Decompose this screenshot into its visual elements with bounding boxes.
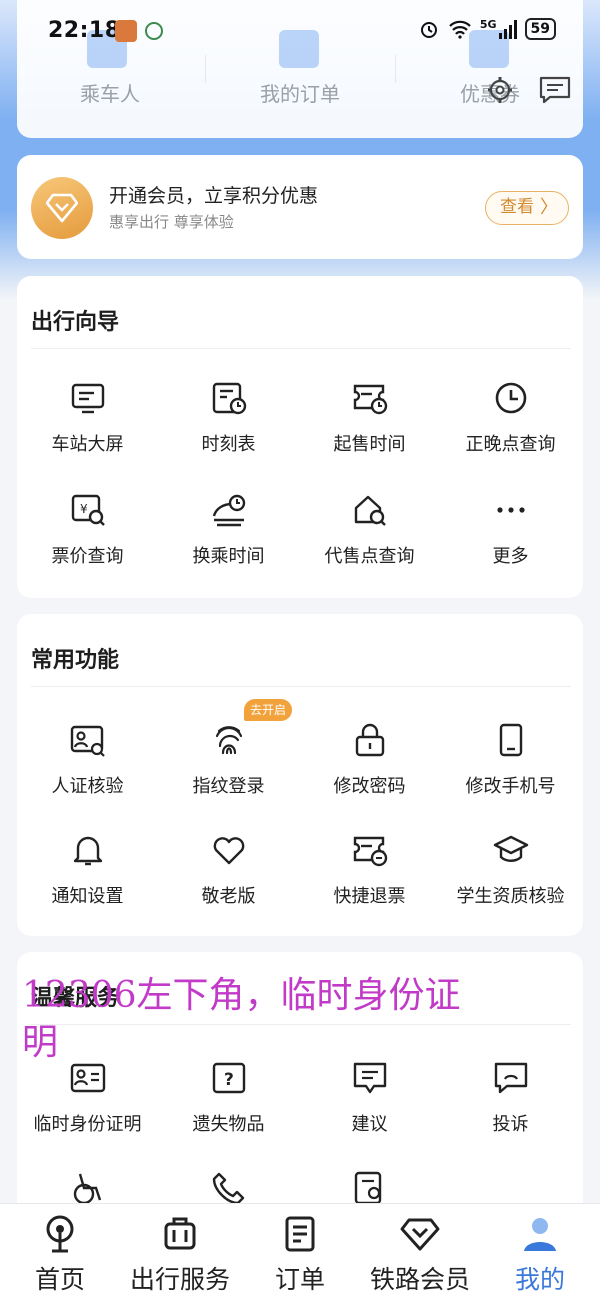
annotation-text: 12306左下角，临时身份证明: [22, 975, 461, 1063]
fingerprint-icon: [215, 726, 243, 755]
bell-icon: [73, 836, 103, 866]
grid-label: 遗失物品: [192, 1114, 265, 1135]
order-icon: [285, 1216, 315, 1252]
id-verify-icon: [70, 725, 105, 757]
membership-banner[interactable]: 开通会员，立享积分优惠 惠享出行 尊享体验 查看 〉: [17, 155, 583, 259]
grid-label: 代售点查询: [324, 546, 415, 567]
nav-label: 首页: [34, 1265, 85, 1294]
nav-home[interactable]: 首页: [10, 1204, 110, 1307]
lock-icon: [355, 723, 385, 757]
grid-label: 通知设置: [51, 886, 124, 907]
battery-level: 59: [524, 18, 556, 40]
nav-railway-member[interactable]: 铁路会员: [355, 1204, 485, 1307]
svg-text:?: ?: [224, 1070, 234, 1090]
section-title: 出行向导: [31, 310, 120, 335]
grid-label: 票价查询: [51, 546, 124, 567]
settings-gear-icon[interactable]: [484, 75, 516, 105]
divider: [395, 55, 396, 83]
svg-text:¥: ¥: [80, 502, 88, 516]
station-screen-icon: [71, 383, 105, 414]
membership-subtitle: 惠享出行 尊享体验: [109, 213, 234, 231]
graduation-cap-icon: [493, 835, 529, 862]
grid-label: 学生资质核验: [456, 886, 565, 907]
section-title: 常用功能: [31, 648, 120, 673]
nav-label: 订单: [274, 1265, 325, 1294]
grid-label: 快捷退票: [333, 886, 406, 907]
grid-label: 修改密码: [333, 776, 406, 797]
grid-label: 指纹登录: [192, 776, 265, 797]
passenger-button[interactable]: 乘车人: [30, 78, 190, 107]
app-notification-icon: [145, 22, 163, 40]
heart-icon: [213, 837, 245, 865]
nav-label: 我的: [514, 1265, 565, 1294]
view-label: 查看: [500, 197, 534, 217]
profile-icon: [524, 1218, 556, 1251]
document-search-icon: [354, 1171, 382, 1205]
message-icon[interactable]: [538, 75, 571, 105]
grid-label: 更多: [492, 546, 529, 567]
alarm-icon: [420, 22, 437, 38]
grid-label: 车站大屏: [51, 434, 124, 455]
enable-badge[interactable]: 去开启: [244, 699, 292, 721]
travel-guide-section: 出行向导 车站大屏 时刻表 起售时间 正晚点查询 ¥ 票价查询 换乘时间 代售点…: [17, 276, 583, 598]
membership-icon: [400, 1218, 440, 1251]
view-membership-button[interactable]: 查看 〉: [485, 191, 569, 225]
nav-profile[interactable]: 我的: [490, 1204, 590, 1307]
network-type: 5G: [479, 17, 497, 31]
more-icon: [497, 507, 525, 513]
nav-label: 出行服务: [129, 1265, 230, 1294]
timetable-icon: [212, 382, 247, 415]
clock-icon: [495, 382, 527, 414]
membership-title: 开通会员，立享积分优惠: [109, 185, 319, 207]
bottom-navigation: 首页 出行服务 订单 铁路会员 我的: [0, 1203, 600, 1307]
common-functions-section: 常用功能 去开启 人证核验 指纹登录 修改密码 修改手机号 通知设置 敬老版 快…: [17, 614, 583, 936]
status-time: 22:18: [48, 18, 121, 43]
fare-search-icon: ¥: [71, 494, 105, 526]
sale-time-icon: [353, 384, 388, 415]
nav-orders[interactable]: 订单: [250, 1204, 350, 1307]
grid-label: 人证核验: [51, 776, 124, 797]
complaint-icon: [494, 1062, 528, 1094]
telephone-icon: [212, 1172, 245, 1205]
phone-icon: [499, 723, 523, 757]
railway-logo-icon: [46, 1215, 74, 1253]
grid-label: 修改手机号: [465, 776, 556, 797]
grid-label: 敬老版: [201, 886, 256, 907]
wheelchair-icon: [73, 1173, 102, 1205]
refund-icon: [353, 836, 388, 867]
divider: [31, 686, 571, 687]
status-indicators: 5G 59: [418, 18, 556, 40]
grid-label: 建议: [351, 1114, 388, 1135]
luggage-icon: [164, 1217, 196, 1250]
grid-label: 时刻表: [201, 434, 256, 455]
app-notification-icon: [115, 20, 137, 42]
wifi-icon: [449, 20, 471, 39]
transfer-time-icon: [212, 494, 246, 527]
grid-label: 换乘时间: [192, 546, 265, 567]
grid-label: 临时身份证明: [33, 1114, 142, 1135]
nav-label: 铁路会员: [369, 1265, 470, 1294]
my-orders-button[interactable]: 我的订单: [220, 78, 380, 107]
nav-travel-service[interactable]: 出行服务: [115, 1204, 245, 1307]
header-tools: [484, 75, 571, 105]
grid-label: 正晚点查询: [465, 434, 556, 455]
status-bar: 22:18 5G 59: [0, 0, 600, 58]
grid-label: 起售时间: [333, 434, 406, 455]
divider: [205, 55, 206, 83]
diamond-badge-icon: [31, 177, 93, 239]
signal-icon: [498, 19, 517, 39]
agency-search-icon: [354, 495, 386, 526]
chevron-right-icon: 〉: [540, 197, 558, 218]
divider: [31, 348, 571, 349]
grid-label: 投诉: [492, 1114, 529, 1135]
